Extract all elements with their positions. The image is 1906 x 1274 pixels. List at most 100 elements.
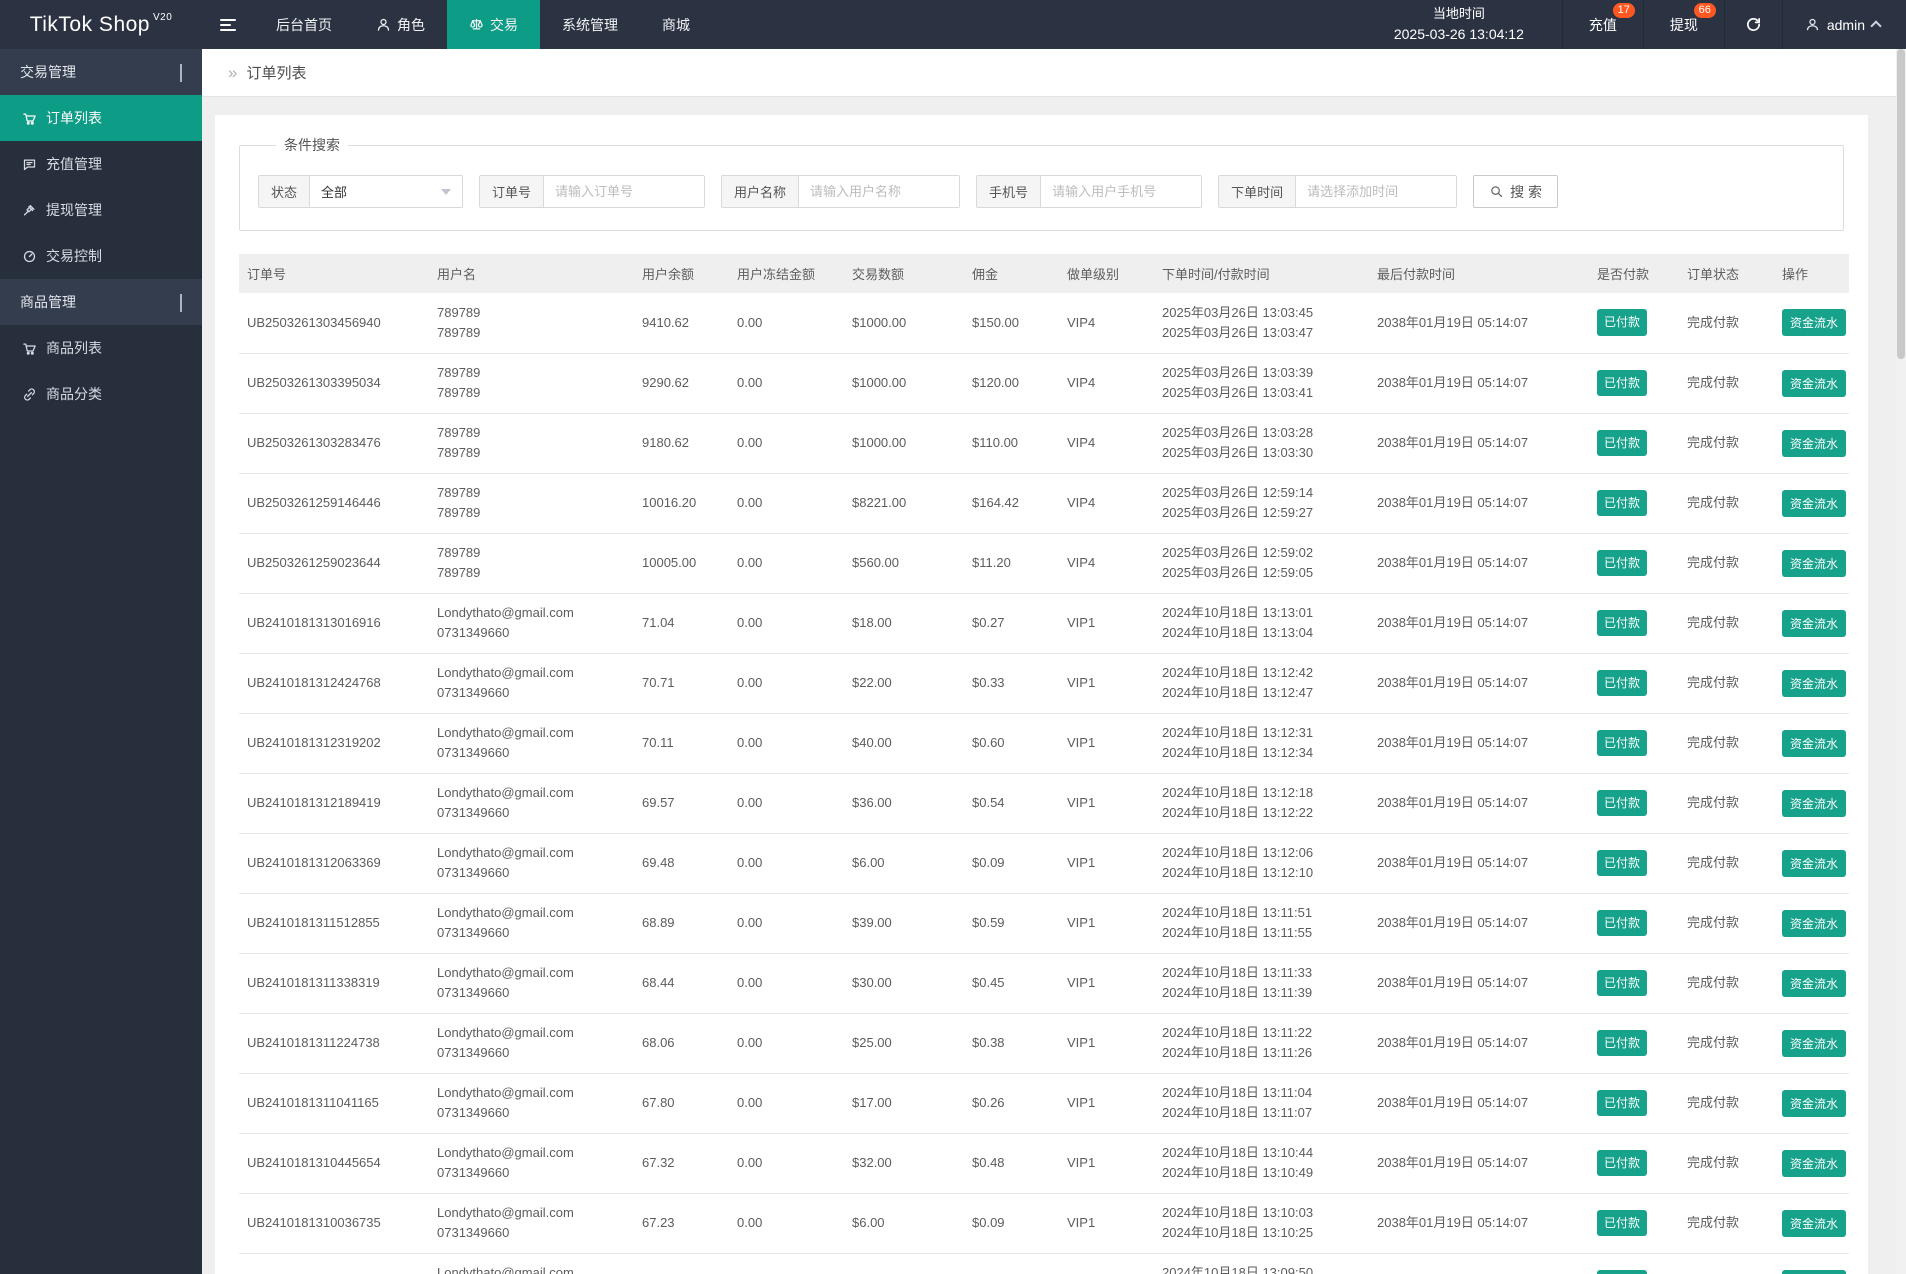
- nav-item-4[interactable]: 系统管理: [540, 0, 640, 49]
- trade-amount: $40.00: [844, 713, 964, 774]
- balance: 70.71: [634, 653, 729, 714]
- logo-version: V20: [152, 12, 173, 23]
- vip-level: VIP1: [1059, 653, 1154, 714]
- column-header: 做单级别: [1059, 254, 1154, 293]
- flow-button: 资金流水: [1774, 1133, 1849, 1194]
- vip-level: VIP1: [1059, 1133, 1154, 1194]
- chat-icon: [22, 157, 37, 172]
- fund-flow-button[interactable]: 资金流水: [1782, 1209, 1847, 1237]
- admin-menu[interactable]: admin: [1781, 0, 1906, 49]
- fund-flow-button[interactable]: 资金流水: [1782, 549, 1847, 577]
- commission: $164.42: [964, 473, 1059, 534]
- local-time-value: 2025-03-26 13:04:12: [1393, 25, 1524, 42]
- last-pay-time: 2038年01月19日 05:14:07: [1369, 833, 1589, 894]
- frozen-amount: 0.00: [729, 653, 844, 714]
- pay-status-badge: 已付款: [1597, 789, 1648, 817]
- column-header: 用户名: [429, 254, 634, 293]
- nav-item-2[interactable]: 角色: [354, 0, 447, 49]
- hamburger-icon[interactable]: [202, 0, 254, 49]
- main-content: 条件搜索 状态 全部 订单号 用户名称 手机号 下单时间 搜 索 订单号用户名用户余额用…: [202, 97, 1906, 1274]
- balance: 70.11: [634, 713, 729, 774]
- order-no: UB2410181312063369: [239, 833, 429, 894]
- search-button[interactable]: 搜 索: [1473, 175, 1558, 208]
- order-time: 2024年10月18日 13:12:31 2024年10月18日 13:12:34: [1154, 713, 1369, 774]
- fund-flow-button[interactable]: 资金流水: [1782, 1089, 1847, 1117]
- last-pay-time: 2038年01月19日 05:14:07: [1369, 1133, 1589, 1194]
- fund-flow-button[interactable]: 资金流水: [1782, 309, 1847, 337]
- balance: 67.32: [634, 1133, 729, 1194]
- sidebar-item-商品分类[interactable]: 商品分类: [0, 371, 202, 417]
- pay-status-badge: 已付款: [1589, 773, 1679, 834]
- fund-flow-button[interactable]: 资金流水: [1782, 609, 1847, 637]
- commission: $0.26: [964, 1073, 1059, 1134]
- filter-input-3[interactable]: [1041, 176, 1202, 207]
- table-row: UB2410181312424768 Londythato@gmail.com 07…: [239, 653, 1849, 714]
- nav-item-3[interactable]: 交易: [447, 0, 540, 49]
- table-row: UB2410181313016916 Londythato@gmail.com 07…: [239, 593, 1849, 654]
- order-no: UB2410181311041165: [239, 1073, 429, 1134]
- filter-input-4[interactable]: [1296, 176, 1457, 207]
- order-no: UB2410181312189419: [239, 773, 429, 834]
- sidebar-item-充值管理[interactable]: 充值管理: [0, 141, 202, 187]
- table-row: UB2410181309501242Londythato@gmail.com07…: [239, 1253, 1849, 1274]
- fund-flow-button[interactable]: 资金流水: [1782, 909, 1847, 937]
- fund-flow-button[interactable]: 资金流水: [1782, 369, 1847, 397]
- cart-icon: [22, 111, 37, 126]
- page-scrollbar[interactable]: [1896, 49, 1906, 1274]
- table-row: UB2410181312063369 Londythato@gmail.com 07…: [239, 833, 1849, 894]
- username: Londythato@gmail.com0731349660: [429, 953, 634, 1014]
- order-time: 2025年03月26日 13:03:28 2025年03月26日 13:03:30: [1154, 413, 1369, 474]
- flow-button: 资金流水: [1774, 1013, 1849, 1074]
- fund-flow-button[interactable]: 资金流水: [1782, 1149, 1847, 1177]
- commission: $0.45: [964, 953, 1059, 1014]
- pay-status-badge: 已付款: [1597, 969, 1648, 997]
- vip-level: VIP4: [1059, 293, 1154, 354]
- sidebar-item-订单列表[interactable]: 订单列表: [0, 95, 202, 141]
- frozen-amount: 0.00: [729, 773, 844, 834]
- filter-input-1[interactable]: [544, 176, 705, 207]
- fund-flow-button[interactable]: 资金流水: [1782, 969, 1847, 997]
- filter-group-1: 订单号: [479, 175, 706, 208]
- commission: $0.48: [964, 1133, 1059, 1194]
- pay-status-badge: 已付款: [1597, 429, 1648, 457]
- filter-label: 下单时间: [1219, 176, 1297, 207]
- nav-item-5[interactable]: 商城: [640, 0, 712, 49]
- fund-flow-button[interactable]: 资金流水: [1782, 429, 1847, 457]
- order-status: 完成付款: [1679, 1013, 1774, 1074]
- fund-flow-button[interactable]: 资金流水: [1782, 669, 1847, 697]
- scrollbar-thumb[interactable]: [1897, 49, 1905, 359]
- sidebar-item-提现管理[interactable]: 提现管理: [0, 187, 202, 233]
- recharge-button[interactable]: 充值 17: [1561, 0, 1643, 49]
- refresh-icon[interactable]: [1723, 0, 1782, 49]
- top-nav: 后台首页 角色 交易 系统管理 商城: [254, 0, 712, 49]
- sidebar-item-交易控制[interactable]: 交易控制: [0, 233, 202, 279]
- order-time: 2024年10月18日 13:12:42 2024年10月18日 13:12:47: [1154, 653, 1369, 714]
- status-select[interactable]: 全部: [310, 176, 462, 207]
- page-title: 订单列表: [246, 65, 307, 82]
- fund-flow-button[interactable]: 资金流水: [1782, 489, 1847, 517]
- fund-flow-button[interactable]: 资金流水: [1782, 1269, 1847, 1274]
- username: Londythato@gmail.com0731349660: [429, 1073, 634, 1134]
- sidebar-item-商品列表[interactable]: 商品列表: [0, 325, 202, 371]
- order-status: 完成付款: [1679, 713, 1774, 774]
- order-status: 完成付款: [1679, 473, 1774, 534]
- pay-status-badge: 已付款: [1597, 909, 1648, 937]
- pay-status-badge: 已付款: [1589, 593, 1679, 654]
- fund-flow-button[interactable]: 资金流水: [1782, 849, 1847, 877]
- fund-flow-button[interactable]: 资金流水: [1782, 729, 1847, 757]
- pay-status-badge: 已付款: [1597, 1269, 1648, 1274]
- nav-item-label: 商城: [662, 16, 690, 33]
- withdraw-button[interactable]: 提现 66: [1642, 0, 1724, 49]
- sidebar-group-交易管理[interactable]: 交易管理: [0, 49, 202, 95]
- pay-status-badge: 已付款: [1597, 669, 1648, 697]
- fund-flow-button[interactable]: 资金流水: [1782, 789, 1847, 817]
- order-status: 完成付款: [1679, 1193, 1774, 1254]
- flow-button: 资金流水: [1774, 353, 1849, 414]
- filter-input-2[interactable]: [799, 176, 960, 207]
- sidebar-group-商品管理[interactable]: 商品管理: [0, 279, 202, 325]
- search-button-label: 搜 索: [1510, 183, 1542, 200]
- nav-item-1[interactable]: 后台首页: [254, 0, 354, 49]
- fund-flow-button[interactable]: 资金流水: [1782, 1029, 1847, 1057]
- balance: 68.44: [634, 953, 729, 1014]
- commission: $0.09: [964, 833, 1059, 894]
